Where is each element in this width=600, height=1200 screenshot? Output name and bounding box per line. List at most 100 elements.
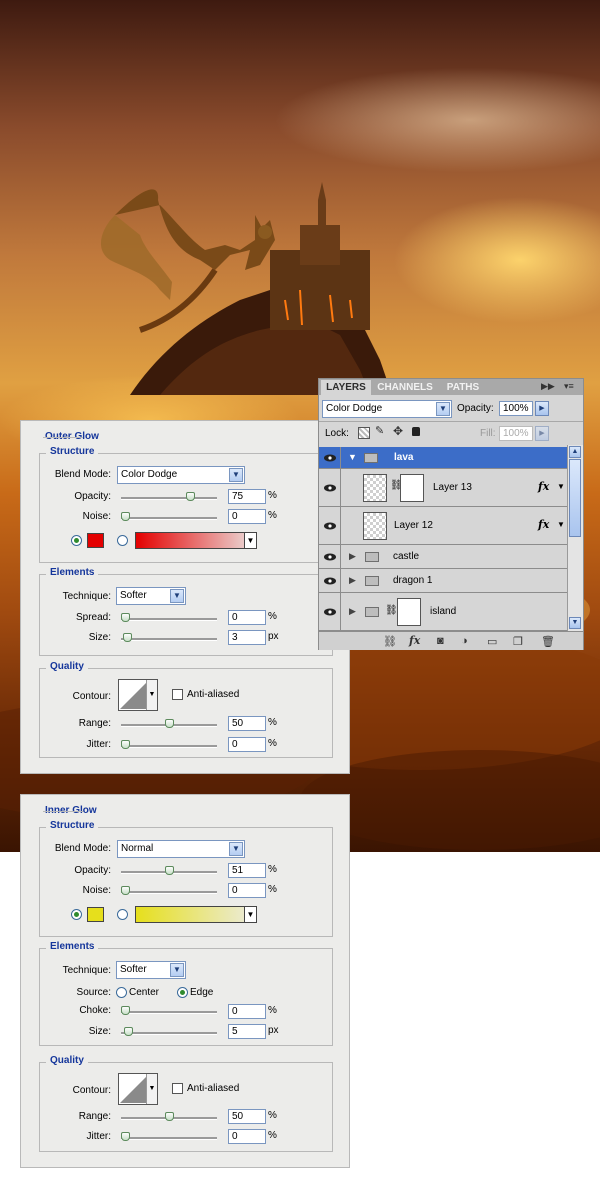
adjustment-layer-icon[interactable]: ◑ [461,635,468,647]
tab-paths[interactable]: PATHS [440,380,486,395]
delete-layer-icon[interactable]: 🗑 [541,635,555,648]
range-slider[interactable] [121,1112,217,1121]
technique-select[interactable]: Softer ▼ [116,961,186,979]
source-edge-radio[interactable] [177,987,188,998]
expand-triangle-icon[interactable]: ▼ [348,452,357,462]
contour-picker[interactable]: ▼ [118,1073,158,1105]
layer-row-dragon-1[interactable]: ▶ dragon 1 [319,569,567,593]
layer-row-layer-12[interactable]: Layer 12 fx ▼ [319,507,567,545]
link-layers-icon[interactable]: ⛓ [383,635,397,648]
source-center-radio[interactable] [116,987,127,998]
visibility-eye-icon[interactable] [319,593,341,630]
scroll-thumb[interactable] [569,459,581,537]
jitter-slider[interactable] [121,1132,217,1141]
opacity-slider[interactable] [121,866,217,875]
size-slider-thumb[interactable] [122,633,132,642]
contour-dropdown-icon[interactable]: ▼ [146,680,157,710]
noise-input[interactable]: 0 [228,883,266,898]
lock-image-icon[interactable]: ✎ [375,424,384,437]
layer-row-castle[interactable]: ▶ castle [319,545,567,569]
layer-row-lava[interactable]: ▼ lava [319,447,567,469]
range-slider-thumb[interactable] [164,719,174,728]
opacity-input[interactable]: 51 [228,863,266,878]
visibility-eye-icon[interactable] [319,569,341,592]
collapse-icon[interactable]: ▶▶ [541,381,555,392]
glow-color-swatch[interactable] [87,907,104,922]
add-layer-style-icon[interactable]: fx [409,634,420,647]
blend-mode-select[interactable]: Color Dodge ▼ [117,466,245,484]
choke-input[interactable]: 0 [228,1004,266,1019]
layer-opacity-input[interactable]: 100% [499,401,533,416]
glow-gradient-picker[interactable]: ▼ [135,532,257,549]
scroll-up-icon[interactable]: ▲ [569,446,581,458]
jitter-slider-thumb[interactable] [121,740,130,749]
range-input[interactable]: 50 [228,1109,266,1124]
fx-icon[interactable]: fx [538,518,549,531]
opacity-flyout-icon[interactable]: ▶ [535,401,549,416]
layer-row-island[interactable]: ▶ ⛓ island [319,593,567,631]
opacity-slider[interactable] [121,492,217,501]
noise-slider-thumb[interactable] [121,512,130,521]
add-mask-icon[interactable]: ◙ [437,635,444,647]
layers-scrollbar[interactable]: ▲ ▼ [567,445,583,631]
fill-input[interactable]: 100% [499,426,533,441]
expand-triangle-icon[interactable]: ▶ [349,551,356,562]
opacity-slider-thumb[interactable] [186,492,196,501]
size-slider[interactable] [121,633,217,642]
expand-triangle-icon[interactable]: ▶ [349,575,356,586]
gradient-radio[interactable] [117,535,128,546]
chain-link-icon[interactable]: ⛓ [385,605,398,616]
noise-slider[interactable] [121,512,217,521]
visibility-eye-icon[interactable] [319,469,341,506]
lock-position-icon[interactable]: ✥ [393,424,403,438]
size-slider-thumb[interactable] [123,1027,133,1036]
anti-aliased-checkbox[interactable] [172,689,183,700]
panel-menu-icon[interactable]: ▾≡ [564,381,574,392]
size-input[interactable]: 5 [228,1024,266,1039]
size-slider[interactable] [121,1027,217,1036]
range-slider[interactable] [121,719,217,728]
layer-row-layer-13[interactable]: ⛓ Layer 13 fx ▼ [319,469,567,507]
noise-input[interactable]: 0 [228,509,266,524]
contour-dropdown-icon[interactable]: ▼ [146,1074,157,1104]
gradient-dropdown-icon[interactable]: ▼ [244,533,256,548]
noise-slider-thumb[interactable] [121,886,130,895]
tab-layers[interactable]: LAYERS [321,380,371,395]
gradient-radio[interactable] [117,909,128,920]
size-input[interactable]: 3 [228,630,266,645]
technique-select[interactable]: Softer ▼ [116,587,186,605]
gradient-dropdown-icon[interactable]: ▼ [244,907,256,922]
glow-gradient-picker[interactable]: ▼ [135,906,257,923]
tab-channels[interactable]: CHANNELS [374,380,436,395]
range-input[interactable]: 50 [228,716,266,731]
chevron-down-icon[interactable]: ▼ [557,482,565,491]
chevron-down-icon[interactable]: ▼ [557,520,565,529]
jitter-slider-thumb[interactable] [121,1132,130,1141]
fx-icon[interactable]: fx [538,480,549,493]
new-layer-icon[interactable]: ❐ [513,635,523,648]
choke-slider-thumb[interactable] [121,1006,130,1015]
range-slider-thumb[interactable] [164,1112,174,1121]
noise-slider[interactable] [121,886,217,895]
scroll-down-icon[interactable]: ▼ [569,617,581,629]
blend-mode-select[interactable]: Normal ▼ [117,840,245,858]
glow-color-swatch[interactable] [87,533,104,548]
visibility-eye-icon[interactable] [319,447,341,468]
contour-picker[interactable]: ▼ [118,679,158,711]
spread-slider[interactable] [121,613,217,622]
spread-slider-thumb[interactable] [121,613,130,622]
jitter-slider[interactable] [121,740,217,749]
fill-flyout-icon[interactable]: ▶ [535,426,549,441]
opacity-input[interactable]: 75 [228,489,266,504]
visibility-eye-icon[interactable] [319,507,341,544]
new-group-icon[interactable]: ▭ [487,635,497,648]
solid-color-radio[interactable] [71,535,82,546]
visibility-eye-icon[interactable] [319,545,341,568]
spread-input[interactable]: 0 [228,610,266,625]
anti-aliased-checkbox[interactable] [172,1083,183,1094]
opacity-slider-thumb[interactable] [165,866,175,875]
expand-triangle-icon[interactable]: ▶ [349,606,356,617]
choke-slider[interactable] [121,1006,217,1015]
lock-all-icon[interactable] [412,427,420,436]
jitter-input[interactable]: 0 [228,737,266,752]
